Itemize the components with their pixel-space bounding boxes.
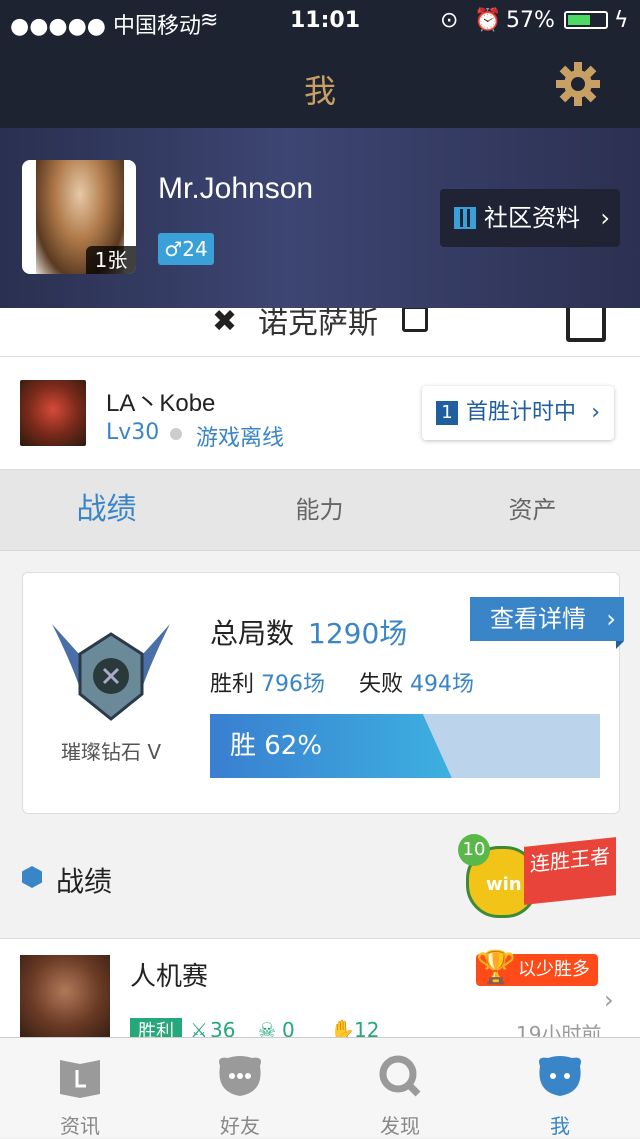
view-details-button[interactable]: 查看详情 ›: [470, 597, 624, 649]
online-status: 游戏离线: [196, 426, 285, 451]
hexagon-icon: [22, 866, 42, 888]
summoner-icon: [20, 380, 86, 446]
top-bar: ●●●●● 中国移动 ≋ 11:01 ⊙ ⏰ 57% ϟ 我: [0, 0, 640, 128]
dropdown-icon[interactable]: [402, 308, 428, 332]
qr-code-icon: [454, 207, 476, 229]
diamond-rank-icon: [52, 624, 170, 721]
wins-value: 796场: [261, 672, 326, 697]
community-profile-button[interactable]: 社区资料 ›: [440, 189, 620, 247]
summoner-name: LA丶Kobe: [106, 390, 216, 417]
photo-count: 1张: [86, 246, 136, 274]
bottom-tab-bar: 资讯 好友 发现 我: [0, 1037, 640, 1138]
tabbar-me-label: 我: [550, 1114, 570, 1138]
first-win-label: 首胜计时中: [466, 400, 577, 425]
tabbar-news-label: 资讯: [60, 1114, 100, 1138]
me-icon: [539, 1056, 581, 1096]
total-games-label: 总局数: [210, 617, 295, 650]
segment-tabs: 战绩 能力 资产: [0, 470, 640, 551]
tabbar-me[interactable]: 我: [480, 1038, 640, 1138]
view-details-label: 查看详情: [490, 605, 586, 633]
chevron-right-icon: ›: [604, 986, 614, 1014]
streak-word: win: [486, 874, 522, 895]
tabbar-news[interactable]: 资讯: [0, 1038, 160, 1138]
lock-rotation-icon: ⊙: [440, 8, 459, 33]
avatar[interactable]: 1张: [22, 160, 136, 274]
book-icon: [60, 1060, 100, 1098]
tab-record[interactable]: 战绩: [0, 470, 213, 550]
status-dot: [170, 428, 182, 440]
tabbar-discover-label: 发现: [380, 1114, 420, 1138]
win-rate-bar: 胜 62%: [210, 714, 600, 778]
trophy-icon: 🏆: [476, 948, 516, 986]
section-title: 战绩: [56, 865, 113, 898]
carrier-text: ●●●●● 中国移动: [10, 14, 201, 39]
server-row[interactable]: ✖ 诺克萨斯: [0, 308, 640, 357]
server-name: 诺克萨斯: [258, 308, 378, 341]
gear-icon[interactable]: [554, 60, 602, 108]
share-icon[interactable]: [566, 308, 606, 342]
tabbar-discover[interactable]: 发现: [320, 1038, 480, 1138]
friends-icon: [219, 1056, 261, 1096]
first-win-number: 1: [436, 401, 458, 425]
clock: 11:01: [290, 8, 361, 33]
status-bar: ●●●●● 中国移动 ≋ 11:01 ⊙ ⏰ 57% ϟ: [0, 0, 640, 40]
streak-count: 10: [458, 834, 490, 866]
losses-value: 494场: [410, 672, 475, 697]
win-rate-text: 胜 62%: [230, 731, 323, 761]
chevron-right-icon: ›: [606, 605, 616, 633]
win-streak-badge[interactable]: 10 win 连胜王者: [458, 832, 618, 922]
wifi-icon: ≋: [200, 8, 219, 33]
tabbar-friends-label: 好友: [220, 1114, 260, 1138]
alarm-icon: ⏰: [474, 8, 502, 33]
gender-age-badge: ♂24: [158, 233, 214, 265]
tab-ability[interactable]: 能力: [213, 470, 426, 550]
username: Mr.Johnson: [158, 172, 314, 205]
battery-icon: [564, 11, 608, 29]
charging-icon: ϟ: [614, 8, 629, 33]
summoner-level: Lv30: [106, 420, 160, 445]
champion-portrait: [20, 955, 110, 1045]
chevron-right-icon: ›: [591, 400, 600, 425]
tab-assets[interactable]: 资产: [426, 470, 639, 550]
wins-label: 胜利: [210, 672, 255, 697]
rank-name: 璀璨钻石 V: [60, 740, 162, 764]
match-mode: 人机赛: [130, 962, 209, 992]
page-title: 我: [303, 72, 336, 110]
first-win-timer-button[interactable]: 1 首胜计时中 ›: [422, 386, 614, 440]
battery-percent: 57%: [506, 8, 555, 33]
total-games-value: 1290场: [308, 617, 408, 650]
tabbar-friends[interactable]: 好友: [160, 1038, 320, 1138]
chevron-right-icon: ›: [600, 204, 610, 232]
search-icon: [379, 1055, 421, 1097]
losses-label: 失败: [359, 672, 404, 697]
crossed-swords-icon: ✖: [212, 308, 238, 339]
community-label: 社区资料: [484, 204, 580, 232]
streak-label: 连胜王者: [524, 837, 616, 905]
win-loss-line: 胜利 796场 失败 494场: [210, 666, 474, 698]
